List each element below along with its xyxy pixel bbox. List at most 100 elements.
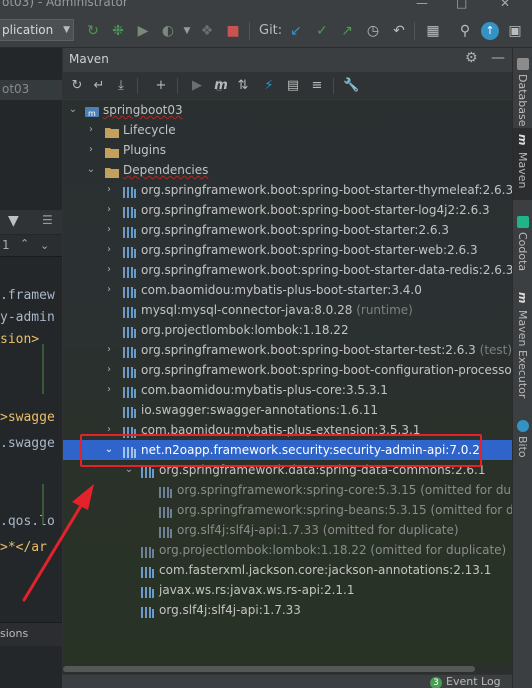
chevron-down-icon: ▼ [63, 25, 70, 35]
translate-icon[interactable]: ▦ [424, 22, 442, 40]
close-icon[interactable]: ✕ [500, 0, 510, 10]
maven-header: Maven ⚙ — [63, 48, 512, 72]
next-occurrence-icon[interactable]: ⌄ [40, 239, 49, 252]
previous-occurrence-icon[interactable]: ⌃ [20, 237, 29, 250]
chevron-right-icon[interactable]: › [103, 220, 115, 240]
chevron-right-icon[interactable]: › [103, 200, 115, 220]
minimize-icon[interactable]: — [416, 0, 428, 10]
attach-icon[interactable]: ❖ [198, 22, 216, 40]
show-dependencies-icon[interactable]: ▤ [285, 78, 301, 94]
tree-node-dependencies[interactable]: ⌄ Dependencies [63, 160, 512, 180]
tab-bito[interactable]: Bito [513, 416, 532, 460]
tree-node-dependency[interactable]: › org.springframework.boot:spring-boot-st… [63, 240, 512, 260]
horizontal-scrollbar[interactable] [63, 664, 512, 674]
scrollbar-thumb[interactable] [63, 666, 475, 672]
git-commit-icon[interactable]: ✓ [313, 22, 331, 40]
wrench-icon[interactable]: 🔧 [343, 78, 359, 94]
tree-node-plugins[interactable]: › Plugins [63, 140, 512, 160]
dependency-coordinates: org.projectlombok:lombok:1.18.22 [141, 323, 349, 337]
tree-node-dependency[interactable]: › org.springframework.boot:spring-boot-st… [63, 200, 512, 220]
git-update-icon[interactable]: ↙ [287, 22, 305, 40]
bottom-tab-label[interactable]: sions [0, 627, 28, 640]
tree-node-dependency[interactable]: › com.baomidou:mybatis-plus-core:3.5.3.1 [63, 380, 512, 400]
hide-panel-icon[interactable]: — [491, 50, 505, 66]
execute-goal-icon[interactable]: m [213, 78, 229, 94]
debug-icon[interactable]: ❉ [109, 22, 127, 40]
tab-maven[interactable]: m Maven [513, 128, 532, 200]
stop-icon[interactable]: ■ [224, 22, 242, 40]
update-icon[interactable]: ↑ [481, 22, 499, 40]
tree-node-child-dependency[interactable]: com.fasterxml.jackson.core:jackson-annot… [63, 560, 512, 580]
plugin-icon[interactable]: ▣ [506, 22, 524, 40]
tree-node-dependency[interactable]: › org.springframework.boot:spring-boot-co… [63, 360, 512, 380]
collapse-all-icon[interactable]: ≡ [309, 78, 325, 94]
chevron-right-icon[interactable]: › [103, 340, 115, 360]
chevron-right-icon[interactable]: › [103, 240, 115, 260]
chevron-right-icon[interactable]: › [85, 140, 97, 160]
chevron-right-icon[interactable]: › [103, 180, 115, 200]
toolbar-separator [177, 78, 178, 94]
git-push-icon[interactable]: ↗ [338, 22, 356, 40]
git-history-icon[interactable]: ◷ [364, 22, 382, 40]
chevron-down-icon[interactable]: ⌄ [85, 160, 97, 180]
rerun-icon[interactable]: ↻ [84, 22, 102, 40]
tree-node-dependency[interactable]: mysql:mysql-connector-java:8.0.28 (runti… [63, 300, 512, 320]
window-title: ot03) - Administrator [2, 0, 128, 9]
tree-node-label: Plugins [123, 143, 166, 157]
tree-node-dependency[interactable]: io.swagger:swagger-annotations:1.6.11 [63, 400, 512, 420]
chevron-right-icon[interactable]: › [103, 380, 115, 400]
maven-project-tree: ⌄ m springboot03 › Lifecycle › Plugins ⌄ [63, 100, 512, 660]
maximize-icon[interactable]: □ [456, 0, 467, 10]
dependency-coordinates: org.springframework.boot:spring-boot-sta… [141, 223, 449, 237]
download-sources-icon[interactable]: ⤓ [113, 78, 129, 94]
tree-node-child-dependency[interactable]: javax.ws.rs:javax.ws.rs-api:2.1.1 [63, 580, 512, 600]
tree-node-root[interactable]: ⌄ m springboot03 [63, 100, 512, 120]
tree-node-dependency[interactable]: › org.springframework.boot:spring-boot-st… [63, 340, 512, 360]
generate-sources-icon[interactable]: ↵ [91, 78, 107, 94]
chevron-down-icon[interactable]: ⌄ [67, 100, 79, 120]
tree-node-child-dependency[interactable]: org.springframework:spring-beans:5.3.15 … [63, 500, 512, 520]
reload-icon[interactable]: ↻ [69, 78, 85, 94]
tree-node-child-dependency[interactable]: org.slf4j:slf4j-api:1.7.33 (omitted for … [63, 520, 512, 540]
profile-icon[interactable]: ◐ [159, 22, 177, 40]
gear-icon[interactable]: ⚙ [465, 50, 478, 66]
tab-database[interactable]: Database [513, 52, 532, 127]
dependency-coordinates: org.springframework.boot:spring-boot-sta… [141, 203, 490, 217]
library-icon [123, 284, 137, 298]
tree-node-label: org.springframework.boot:spring-boot-sta… [141, 260, 512, 280]
chevron-right-icon[interactable]: › [85, 120, 97, 140]
tree-node-label: org.springframework:spring-beans:5.3.15 … [177, 503, 512, 517]
dependency-coordinates: org.springframework.boot:spring-boot-sta… [141, 243, 478, 257]
tab-codota[interactable]: Codota [513, 210, 532, 276]
editor-tab-strip[interactable]: ot03 [0, 80, 62, 100]
tree-node-lifecycle[interactable]: › Lifecycle [63, 120, 512, 140]
skip-tests-icon[interactable]: ⚡ [261, 78, 277, 94]
chevron-right-icon[interactable]: › [103, 280, 115, 300]
tree-node-label: io.swagger:swagger-annotations:1.6.11 [141, 400, 378, 420]
tree-node-dependency[interactable]: › com.baomidou:mybatis-plus-boot-starter:… [63, 280, 512, 300]
tree-node-dependency[interactable]: › org.springframework.boot:spring-boot-st… [63, 180, 512, 200]
dependency-coordinates: com.baomidou:mybatis-plus-boot-starter:3… [141, 283, 422, 297]
tree-node-child-dependency[interactable]: org.slf4j:slf4j-api:1.7.33 [63, 600, 512, 620]
chevron-right-icon[interactable]: › [103, 260, 115, 280]
event-log-button[interactable]: 3 Event Log [430, 675, 501, 688]
run-icon[interactable]: ▶ [189, 78, 205, 94]
run-with-coverage-icon[interactable]: ▶ [134, 22, 152, 40]
collapse-icon[interactable]: ☰ [42, 213, 53, 227]
tree-node-label: com.baomidou:mybatis-plus-core:3.5.3.1 [141, 380, 388, 400]
tab-maven-executor[interactable]: m Maven Executor [513, 288, 532, 406]
dependency-coordinates: org.springframework.boot:spring-boot-sta… [141, 183, 512, 197]
rollback-icon[interactable]: ↶ [390, 22, 408, 40]
tree-node-dependency[interactable]: › org.springframework.boot:spring-boot-st… [63, 220, 512, 240]
run-configuration-select[interactable]: plication ▼ [0, 19, 74, 41]
search-icon[interactable]: ⚲ [456, 22, 474, 40]
tree-node-dependency[interactable]: org.projectlombok:lombok:1.18.22 [63, 320, 512, 340]
more-run-chevron-icon[interactable]: ▼ [178, 22, 196, 40]
add-project-icon[interactable]: + [153, 78, 169, 94]
tree-node-child-dependency[interactable]: org.springframework:spring-core:5.3.15 (… [63, 480, 512, 500]
filter-icon[interactable]: ▼ [8, 213, 19, 229]
tree-node-dependency[interactable]: › org.springframework.boot:spring-boot-st… [63, 260, 512, 280]
chevron-right-icon[interactable]: › [103, 360, 115, 380]
toggle-offline-icon[interactable]: ⇅ [235, 78, 251, 94]
tree-node-child-dependency[interactable]: org.projectlombok:lombok:1.18.22 (omitte… [63, 540, 512, 560]
